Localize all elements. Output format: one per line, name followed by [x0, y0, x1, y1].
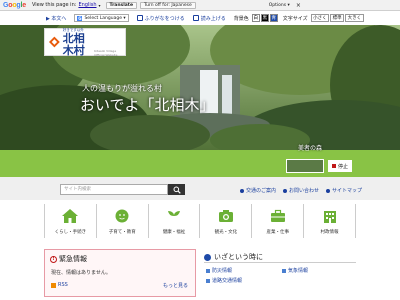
font-standard-button[interactable]: 標準 [330, 14, 345, 22]
building-icon [321, 208, 339, 224]
alert-icon: ! [50, 255, 57, 263]
options-menu[interactable]: Options ▾ [269, 3, 290, 8]
category-health[interactable]: 健康・福祉 [147, 204, 200, 238]
category-label: くらし・手続き [54, 230, 87, 235]
bullet-icon [326, 188, 330, 193]
search-icon [173, 186, 181, 194]
road-traffic-link[interactable]: 道路交通情報 [206, 277, 242, 284]
search-button[interactable] [168, 184, 185, 195]
font-size-label: 文字サイズ [282, 15, 308, 22]
sitemap-label: サイトマップ [332, 188, 363, 194]
view-page-text: View this page in: [31, 2, 77, 8]
close-icon[interactable]: × [296, 2, 301, 9]
category-village-admin[interactable]: 村政情報 [303, 204, 356, 238]
briefcase-icon [269, 208, 287, 224]
select-language-label: Select Language [84, 15, 122, 21]
category-label: 健康・福祉 [162, 230, 186, 235]
divider [204, 262, 356, 263]
category-nav: くらし・手続き 子育て・教育 健康・福祉 観光・文化 産業・仕事 村政情報 [44, 204, 356, 238]
camera-icon [217, 208, 235, 224]
bg-blue-button[interactable]: 青 [269, 14, 278, 22]
chevron-down-icon: ▾ [121, 15, 126, 21]
category-label: 観光・文化 [214, 230, 238, 235]
category-industry[interactable]: 産業・仕事 [251, 204, 303, 238]
language-select[interactable]: English [78, 2, 96, 8]
background-color-label: 背景色 [233, 15, 249, 22]
search-row: サイト内検索 交通のご案内 お問い合わせ サイトマップ [0, 177, 400, 200]
site-logo[interactable]: 好きです以外 北相木村 Kitaaiki Village Official We… [44, 28, 126, 57]
utility-bar: ▶ 本文へ G Select Language ▾ ふりがなをつける 読み上げる… [0, 11, 400, 25]
select-language-dropdown[interactable]: G Select Language ▾ [74, 14, 129, 22]
stop-label: 停止 [337, 163, 348, 170]
contact-label: お問い合わせ [289, 188, 320, 194]
furigana-button[interactable]: ふりがなをつける [136, 15, 185, 22]
arrow-icon [206, 268, 210, 273]
photo-caption: 美者の森 [298, 145, 323, 152]
category-tourism[interactable]: 観光・文化 [199, 204, 251, 238]
preparedness-section: いざという時に 防災情報 気象情報 道路交通情報 [204, 249, 356, 297]
bg-white-button[interactable]: 白 [251, 14, 260, 22]
contact-link[interactable]: お問い合わせ [283, 187, 319, 194]
furigana-icon [136, 15, 143, 21]
hero-image: 好きです以外 北相木村 Kitaaiki Village Official We… [0, 25, 400, 155]
rss-link[interactable]: RSS [51, 282, 68, 288]
chevron-down-icon[interactable]: ▾ [99, 3, 101, 8]
traffic-guide-label: 交通のご案内 [246, 188, 277, 194]
hero-catchphrase-large: おいでよ「北相木」 [80, 96, 215, 114]
emergency-title-text: 緊急情報 [59, 255, 87, 263]
speaker-icon [192, 15, 199, 21]
google-logo: Google [3, 1, 26, 9]
category-label: 村政情報 [320, 230, 339, 235]
sitemap-link[interactable]: サイトマップ [326, 187, 362, 194]
weather-info-link[interactable]: 気象情報 [282, 267, 308, 274]
font-small-button[interactable]: 小さく [310, 14, 330, 22]
read-aloud-button[interactable]: 読み上げる [192, 15, 226, 22]
category-label: 産業・仕事 [266, 230, 289, 235]
preparedness-title: いざという時に [204, 252, 263, 262]
skip-to-content-link[interactable]: ▶ 本文へ [46, 15, 66, 22]
emergency-info-box: ! 緊急情報 現在、情報はありません。 RSS もっと見る [44, 249, 196, 297]
traffic-guide-link[interactable]: 交通のご案内 [240, 187, 276, 194]
arrow-icon [206, 278, 210, 283]
slideshow-thumbnail[interactable] [286, 159, 324, 173]
arrow-icon [282, 268, 286, 273]
more-link[interactable]: もっと見る [163, 282, 188, 289]
logo-english-name: Kitaaiki Village Official Website [94, 48, 118, 57]
bg-black-button[interactable]: 黒 [260, 14, 269, 22]
slideshow-stop-button[interactable]: 停止 [328, 160, 352, 172]
weather-info-label: 気象情報 [288, 268, 309, 274]
village-emblem-icon [49, 36, 60, 48]
circle-bullet-icon [204, 253, 211, 261]
stop-icon [331, 164, 336, 168]
logo-village-name: 北相木村 [62, 31, 85, 57]
translate-button[interactable]: Translate [105, 1, 138, 9]
turn-off-button[interactable]: Turn off for: Japanese [140, 1, 196, 9]
translate-bar: Google View this page in: English ▾ Tran… [0, 0, 400, 11]
leaf-icon [165, 208, 183, 224]
disaster-info-link[interactable]: 防災情報 [206, 267, 232, 274]
preparedness-title-text: いざという時に [214, 253, 263, 261]
emergency-message: 現在、情報はありません。 [51, 270, 111, 276]
house-icon [61, 208, 79, 224]
rss-label: RSS [58, 282, 68, 288]
road-traffic-label: 道路交通情報 [212, 278, 243, 284]
font-large-button[interactable]: 大きく [345, 14, 364, 22]
category-living[interactable]: くらし・手続き [44, 204, 96, 238]
google-g-icon: G [77, 15, 83, 21]
hero-catchphrase-small: 人の温もりが溢れる村 [82, 84, 162, 93]
child-icon [113, 208, 131, 224]
bullet-icon [240, 188, 244, 193]
read-aloud-label: 読み上げる [200, 15, 226, 22]
bullet-icon [283, 188, 287, 193]
category-label: 子育て・教育 [108, 230, 136, 235]
emergency-title: ! 緊急情報 [50, 254, 87, 264]
furigana-label: ふりがなをつける [144, 15, 185, 22]
category-childcare[interactable]: 子育て・教育 [95, 204, 148, 238]
disaster-info-label: 防災情報 [212, 268, 233, 274]
rss-icon [51, 282, 56, 288]
site-search-input[interactable]: サイト内検索 [60, 184, 168, 195]
